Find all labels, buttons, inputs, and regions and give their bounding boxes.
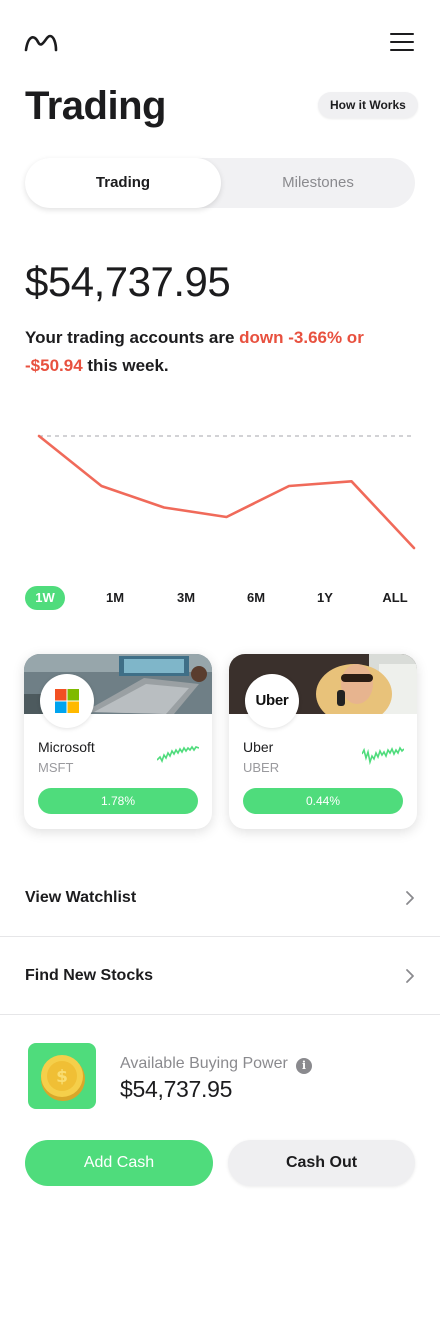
info-icon[interactable]: i — [296, 1058, 312, 1074]
stock-ticker: UBER — [243, 760, 280, 775]
cash-out-button[interactable]: Cash Out — [228, 1140, 415, 1186]
chevron-right-icon — [406, 969, 414, 983]
stock-ticker: MSFT — [38, 760, 74, 775]
summary-suffix: this week. — [82, 356, 169, 375]
range-all[interactable]: ALL — [377, 586, 413, 610]
find-new-stocks-row[interactable]: Find New Stocks — [0, 937, 440, 1015]
stock-card-microsoft[interactable]: Microsoft MSFT 1.78% — [24, 654, 212, 829]
microsoft-logo-icon — [40, 674, 94, 728]
summary-prefix: Your trading accounts are — [25, 328, 240, 347]
how-it-works-button[interactable]: How it Works — [318, 92, 418, 118]
wave-logo-icon[interactable] — [24, 30, 58, 54]
portfolio-balance: $54,737.95 — [25, 258, 231, 305]
buying-power-value: $54,737.95 — [120, 1076, 233, 1102]
stock-name: Uber — [243, 739, 274, 755]
range-selector: 1W 1M 3M 6M 1Y ALL — [25, 586, 415, 610]
stock-name: Microsoft — [38, 739, 95, 755]
sparkline — [157, 745, 199, 764]
change-pill: 1.78% — [38, 788, 198, 814]
uber-logo-icon: Uber — [245, 674, 299, 728]
top-bar — [0, 0, 440, 84]
uber-logo-text: Uber — [255, 692, 289, 709]
segmented-tabs: Trading Milestones — [25, 158, 415, 208]
coin-icon: $ — [28, 1043, 96, 1109]
view-watchlist-label: View Watchlist — [25, 889, 137, 906]
chart-series-line — [37, 434, 416, 550]
tab-milestones[interactable]: Milestones — [221, 158, 415, 208]
range-1w[interactable]: 1W — [25, 586, 65, 610]
svg-text:$: $ — [56, 1067, 68, 1087]
chevron-right-icon — [406, 891, 414, 905]
view-watchlist-row[interactable]: View Watchlist — [0, 859, 440, 937]
performance-chart — [37, 434, 416, 550]
stock-card-uber[interactable]: Uber Uber UBER 0.44% — [229, 654, 417, 829]
weekly-summary: Your trading accounts are down -3.66% or… — [25, 324, 405, 380]
range-1y[interactable]: 1Y — [307, 586, 343, 610]
range-1m[interactable]: 1M — [97, 586, 133, 610]
sparkline — [362, 746, 404, 766]
divider — [0, 1014, 440, 1015]
page-title: Trading — [25, 84, 166, 128]
tab-trading[interactable]: Trading — [25, 158, 221, 208]
find-new-stocks-label: Find New Stocks — [25, 967, 154, 984]
add-cash-button[interactable]: Add Cash — [25, 1140, 213, 1186]
buying-power-label: Available Buying Power — [120, 1055, 288, 1072]
range-6m[interactable]: 6M — [238, 586, 274, 610]
hamburger-menu-icon[interactable] — [388, 30, 416, 54]
range-3m[interactable]: 3M — [168, 586, 204, 610]
change-pill: 0.44% — [243, 788, 403, 814]
